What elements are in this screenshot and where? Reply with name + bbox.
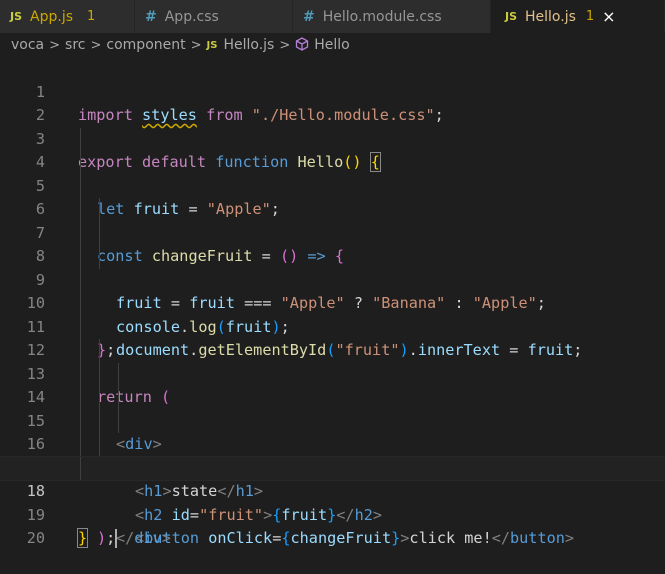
indent-guide (80, 151, 81, 175)
code-line[interactable]: 4 let fruit = "Apple"; (0, 127, 665, 218)
chevron-right-icon: > (190, 37, 202, 53)
javascript-file-icon: JS (10, 10, 23, 23)
code-line[interactable]: 19 } (0, 480, 665, 548)
code-line[interactable]: 13 <div> (0, 339, 665, 453)
code-token: > (161, 529, 171, 547)
indent-guide (80, 198, 81, 222)
tab-label: App.js (30, 8, 73, 25)
code-line[interactable]: 16 <button onClick={changeFruit}>click m… (0, 409, 665, 547)
indent-guide (80, 362, 81, 386)
text-cursor (115, 529, 118, 548)
indent-guide (80, 174, 81, 198)
problem-count-badge: 1 (87, 9, 96, 24)
code-token: > (400, 529, 410, 547)
code-token: onClick (208, 529, 273, 547)
indent-guide (80, 456, 81, 480)
symbol-method-icon (295, 37, 309, 53)
editor-tab-bar: JS App.js 1 # App.css # Hello.module.css… (0, 0, 665, 33)
indent-guide (118, 409, 119, 433)
code-line[interactable]: 2 (0, 81, 665, 124)
code-token: </ (116, 529, 135, 547)
chevron-right-icon: > (90, 37, 102, 53)
code-token: } (76, 528, 89, 548)
breadcrumb-item-file[interactable]: Hello.js (223, 37, 274, 53)
code-line[interactable]: 10 }; (0, 268, 665, 359)
tab-hello-js[interactable]: JS Hello.js 1 × (491, 0, 665, 33)
chevron-right-icon: > (279, 37, 291, 53)
code-line[interactable]: 3 export default function Hello() { (0, 104, 665, 172)
indent-guide (80, 127, 81, 151)
code-line[interactable]: 5 (0, 151, 665, 195)
indent-guide (99, 198, 100, 222)
code-token: ; (106, 529, 116, 547)
problem-count-badge: 1 (585, 9, 595, 24)
code-line[interactable]: 14 <h1>state</h1> (0, 362, 665, 500)
code-token: > (564, 529, 575, 547)
javascript-file-icon: JS (206, 39, 218, 51)
code-line[interactable]: 17 </div> (0, 433, 665, 547)
indent-guide (99, 362, 100, 386)
indent-guide (80, 433, 81, 457)
indent-guide (99, 409, 100, 433)
indent-guide (80, 409, 81, 433)
css-file-icon: # (303, 8, 315, 25)
code-token: button (510, 529, 565, 547)
tab-hello-module-css[interactable]: # Hello.module.css (293, 0, 491, 33)
code-line[interactable]: 6 const changeFruit = () => { (0, 174, 665, 265)
tab-label: App.css (164, 8, 219, 25)
chevron-right-icon: > (49, 37, 61, 53)
tab-label: Hello.module.css (322, 8, 442, 25)
breadcrumb: voca > src > component > JS Hello.js > H… (0, 33, 665, 57)
indent-guide (80, 245, 81, 269)
code-token: changeFruit (290, 529, 392, 547)
css-file-icon: # (145, 8, 157, 25)
code-token: div (134, 529, 162, 547)
breadcrumb-item-symbol[interactable]: Hello (314, 37, 350, 53)
indent-guide (80, 292, 81, 316)
code-editor[interactable]: 1 import styles from "./Hello.module.css… (0, 57, 665, 548)
indent-guide (80, 315, 81, 339)
javascript-file-icon: JS (505, 10, 518, 23)
indent-guide (99, 221, 100, 245)
code-token: </ (491, 529, 511, 547)
code-token: } (391, 529, 401, 547)
tab-app-js[interactable]: JS App.js 1 (0, 0, 135, 33)
breadcrumb-item-src[interactable]: src (65, 37, 85, 53)
code-line[interactable]: 12 return ( (0, 315, 665, 406)
code-token: ) (97, 529, 107, 547)
code-line[interactable]: 1 import styles from "./Hello.module.css… (0, 57, 665, 125)
close-icon[interactable]: × (602, 7, 615, 26)
indent-guide (80, 268, 81, 292)
code-token: { (281, 529, 291, 547)
line-number: 20 (26, 529, 45, 547)
indent-guide (99, 433, 100, 457)
code-token: click me! (409, 529, 492, 547)
indent-guide (99, 386, 100, 410)
code-line-current[interactable]: 18 ); (0, 455, 665, 548)
code-token: = (272, 529, 282, 547)
code-line[interactable]: 15 <h2 id="fruit">{fruit}</h2> (0, 386, 665, 524)
code-line[interactable]: 7 fruit = fruit === "Apple" ? "Banana" :… (0, 198, 665, 312)
indent-guide (118, 386, 119, 410)
code-line[interactable]: 20 (0, 504, 665, 547)
tab-label: Hello.js (525, 8, 576, 25)
indent-guide (99, 339, 100, 363)
indent-guide (118, 362, 119, 386)
breadcrumb-item-voca[interactable]: voca (11, 37, 44, 53)
indent-guide (80, 339, 81, 363)
code-line[interactable]: 8 console.log(fruit); (0, 221, 665, 336)
code-line[interactable]: 11 (0, 292, 665, 336)
indent-guide (99, 245, 100, 269)
breadcrumb-item-component[interactable]: component (106, 37, 185, 53)
indent-guide (80, 386, 81, 410)
code-line[interactable]: 9 document.getElementById("fruit").inner… (0, 245, 665, 359)
indent-guide (80, 221, 81, 245)
tab-app-css[interactable]: # App.css (135, 0, 293, 33)
